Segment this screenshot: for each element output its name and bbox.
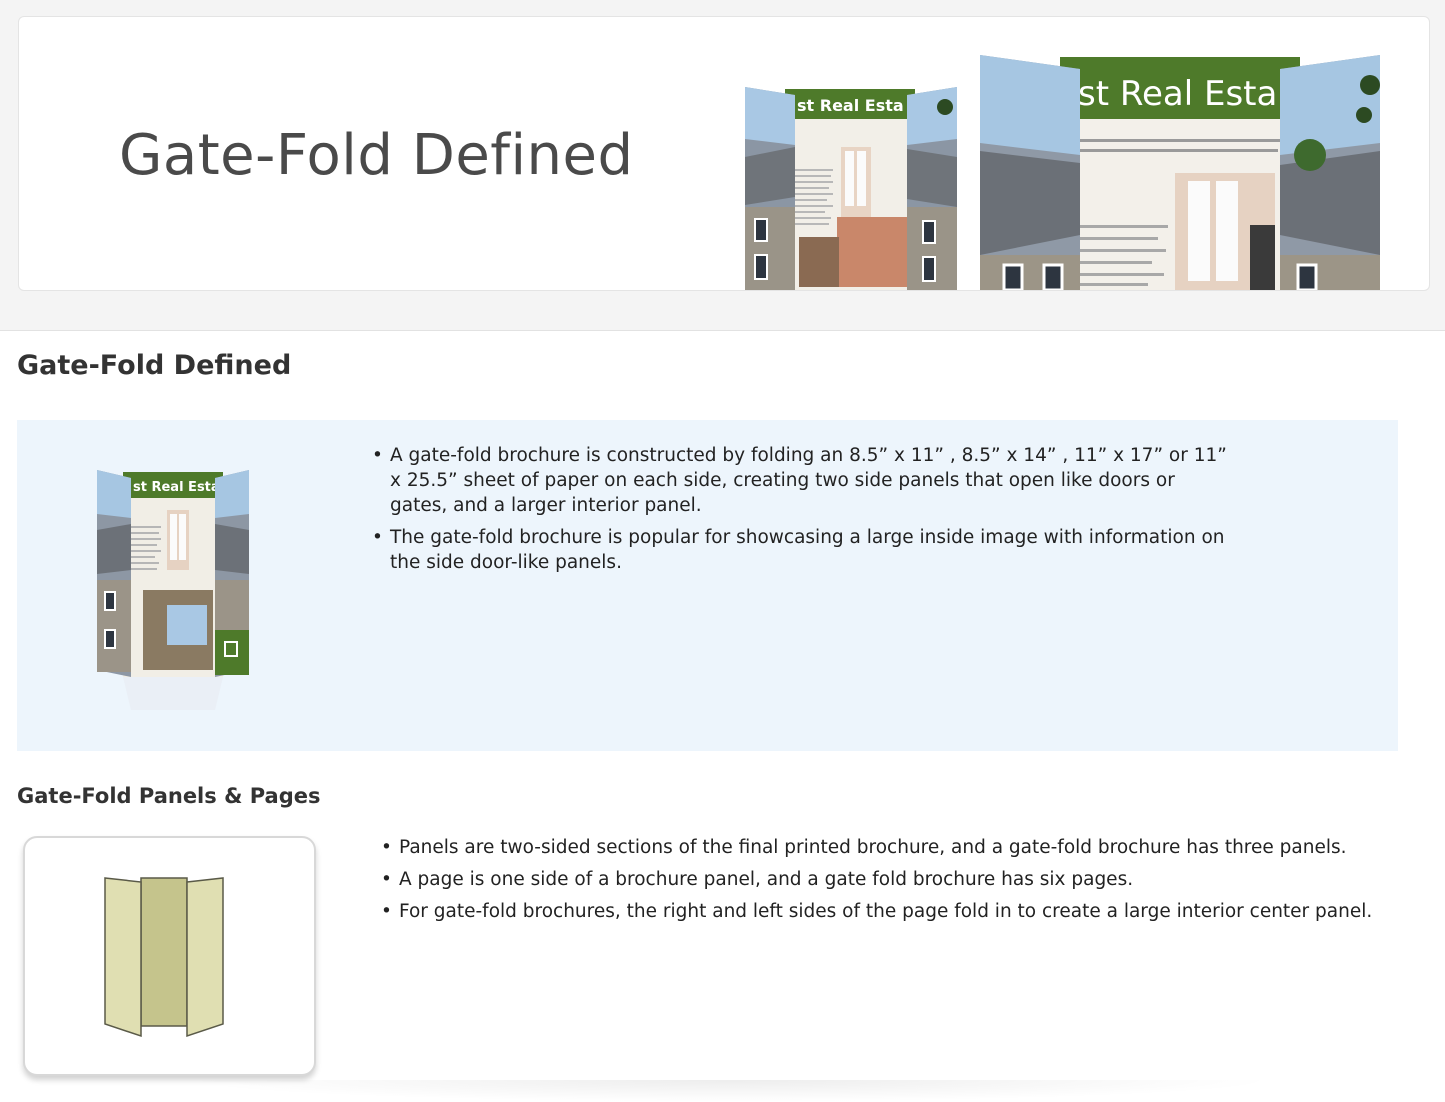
hero-banner: Gate-Fold Defined st Real Esta st Real E…: [18, 16, 1430, 291]
hero-brochure-large-image: st Real Esta: [980, 55, 1380, 290]
gate-fold-diagram-image: [104, 877, 224, 1038]
brochure-heading: st Real Esta: [133, 480, 220, 495]
hero-brochure-small-heading: st Real Esta: [797, 96, 904, 115]
hero-band: Gate-Fold Defined st Real Esta st Real E…: [0, 0, 1445, 331]
list-item: A page is one side of a brochure panel, …: [381, 867, 1381, 892]
definition-bullet-list: A gate-fold brochure is constructed by f…: [372, 443, 1232, 582]
panels-pages-bullet-list: Panels are two-sided sections of the fin…: [381, 835, 1381, 931]
list-item: For gate-fold brochures, the right and l…: [381, 899, 1381, 924]
gate-fold-brochure-image: st Real Esta: [97, 470, 249, 710]
section-title-panels-pages: Gate-Fold Panels & Pages: [17, 784, 321, 808]
hero-brochure-small-image: st Real Esta: [745, 87, 957, 290]
footer-shadow: [180, 1080, 1280, 1102]
gate-fold-diagram-card: [23, 836, 316, 1076]
section-title-gate-fold-defined: Gate-Fold Defined: [17, 350, 292, 381]
hero-title: Gate-Fold Defined: [119, 123, 634, 188]
list-item: A gate-fold brochure is constructed by f…: [372, 443, 1232, 518]
list-item: Panels are two-sided sections of the fin…: [381, 835, 1381, 860]
list-item: The gate-fold brochure is popular for sh…: [372, 525, 1232, 575]
hero-brochure-large-heading: st Real Esta: [1078, 74, 1277, 114]
